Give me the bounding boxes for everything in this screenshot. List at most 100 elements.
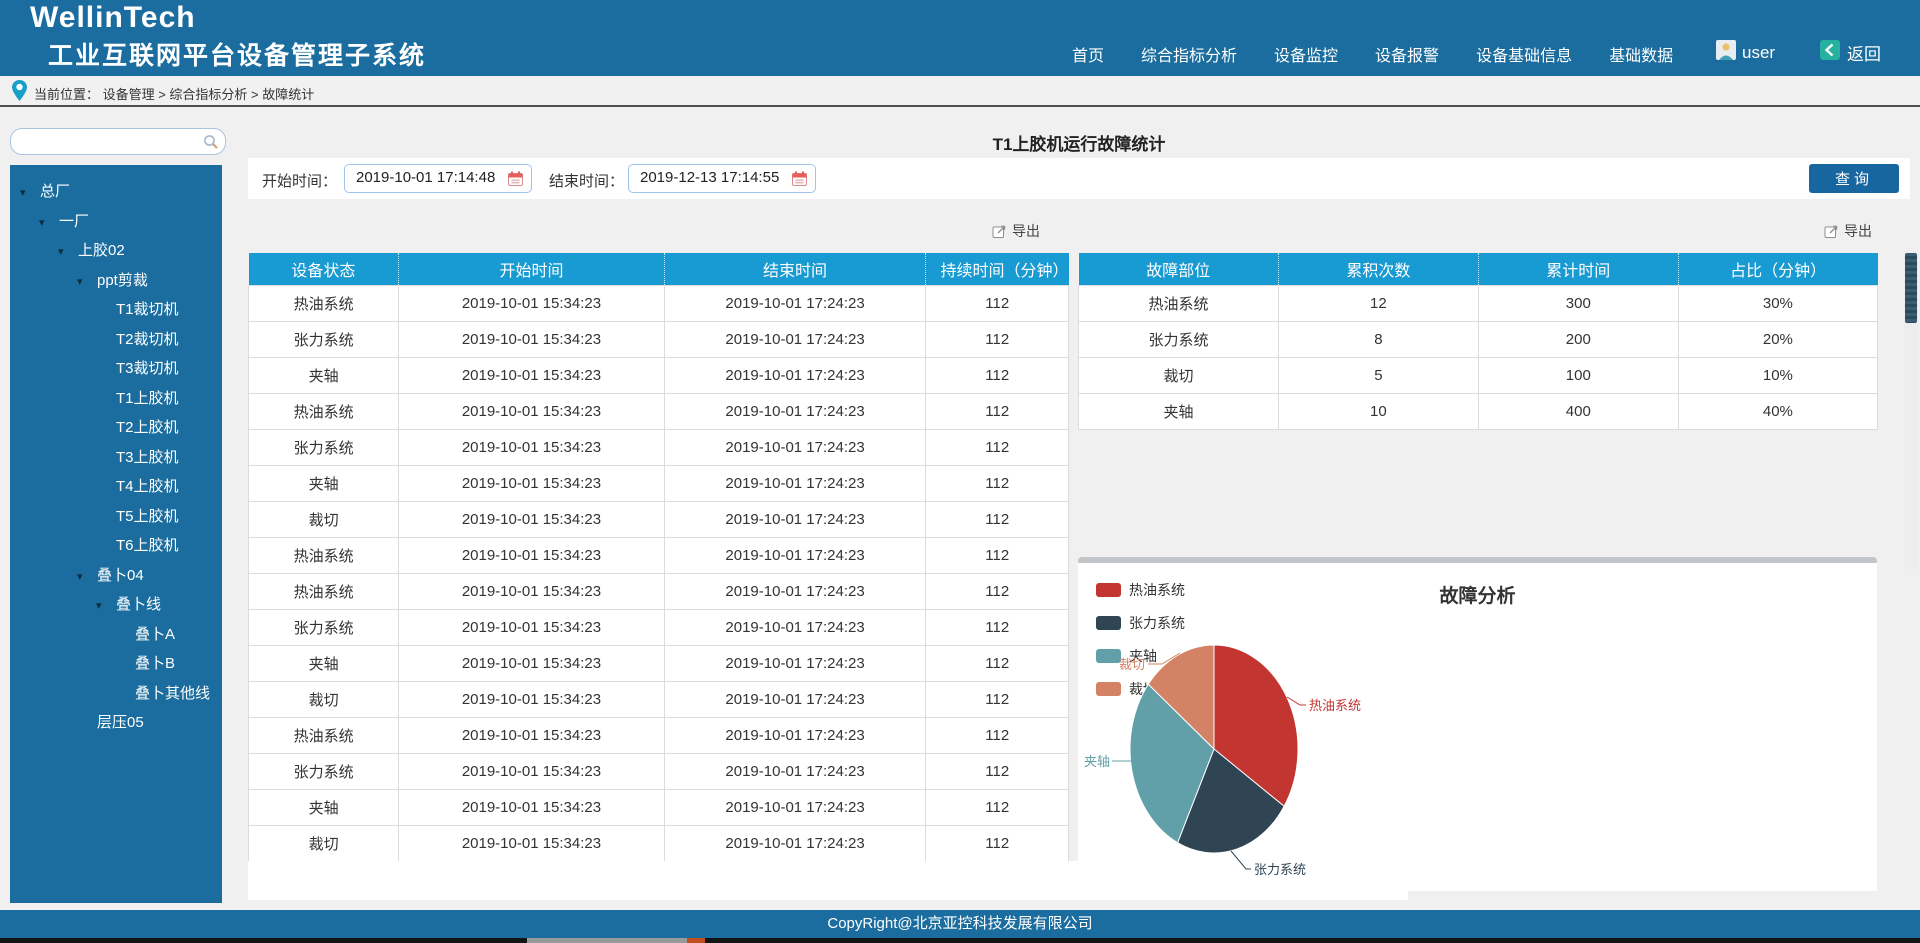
status-table-container: 设备状态开始时间结束时间持续时间（分钟）热油系统2019-10-01 15:34… xyxy=(248,253,1069,862)
tree-item-T2裁切机[interactable]: T2裁切机 xyxy=(10,325,222,355)
tree-toggle-icon[interactable]: ▾ xyxy=(96,592,116,622)
status-table-row[interactable]: 张力系统2019-10-01 15:34:232019-10-01 17:24:… xyxy=(249,430,1069,466)
tree-item-label: 叠卜B xyxy=(135,655,175,672)
tree-toggle-icon[interactable]: ▾ xyxy=(58,238,78,268)
tree-item-叠卜B[interactable]: 叠卜B xyxy=(10,649,222,679)
nav-item-2[interactable]: 设备监控 xyxy=(1274,42,1338,66)
status-table-header-2: 结束时间 xyxy=(664,253,926,286)
tree-item-label: 上胶02 xyxy=(78,242,125,259)
tree-item-层压05[interactable]: 层压05 xyxy=(10,708,222,738)
query-button[interactable]: 查询 xyxy=(1809,164,1899,193)
export-icon xyxy=(992,224,1007,239)
status-table-header-row: 设备状态开始时间结束时间持续时间（分钟） xyxy=(249,253,1069,286)
status-table-cell: 2019-10-01 15:34:23 xyxy=(399,754,664,790)
status-table-cell: 112 xyxy=(926,646,1069,682)
fault-table-cell: 5 xyxy=(1278,358,1478,394)
tree-item-叠卜04[interactable]: ▾叠卜04 xyxy=(10,561,222,591)
status-table-row[interactable]: 张力系统2019-10-01 15:34:232019-10-01 17:24:… xyxy=(249,610,1069,646)
nav-item-3[interactable]: 设备报警 xyxy=(1375,42,1439,66)
tree-item-一厂[interactable]: ▾一厂 xyxy=(10,207,222,237)
tree-item-T3上胶机[interactable]: T3上胶机 xyxy=(10,443,222,473)
status-table-cell: 2019-10-01 17:24:23 xyxy=(664,430,926,466)
status-table-row[interactable]: 夹轴2019-10-01 15:34:232019-10-01 17:24:23… xyxy=(249,646,1069,682)
nav-item-4[interactable]: 设备基础信息 xyxy=(1476,42,1572,66)
tree-item-叠卜线[interactable]: ▾叠卜线 xyxy=(10,590,222,620)
fault-table-row[interactable]: 张力系统820020% xyxy=(1079,322,1878,358)
vertical-scrollbar-track[interactable] xyxy=(1904,251,1918,569)
status-table-cell: 张力系统 xyxy=(249,610,399,646)
tree-item-label: 叠卜04 xyxy=(97,567,144,584)
fault-table-header-1: 累积次数 xyxy=(1278,253,1478,286)
fault-table-header-2: 累计时间 xyxy=(1478,253,1678,286)
tree-item-label: T4上胶机 xyxy=(116,478,179,495)
user-menu[interactable]: user xyxy=(1716,40,1775,65)
vertical-scrollbar-thumb[interactable] xyxy=(1905,253,1917,323)
fault-table-row[interactable]: 夹轴1040040% xyxy=(1079,394,1878,430)
start-time-field xyxy=(344,164,532,193)
status-table-row[interactable]: 裁切2019-10-01 15:34:232019-10-01 17:24:23… xyxy=(249,826,1069,862)
start-time-input[interactable] xyxy=(354,168,498,187)
status-table-cell: 112 xyxy=(926,502,1069,538)
tree-item-总厂[interactable]: ▾总厂 xyxy=(10,177,222,207)
fault-table-row[interactable]: 热油系统1230030% xyxy=(1079,286,1878,322)
status-table-row[interactable]: 夹轴2019-10-01 15:34:232019-10-01 17:24:23… xyxy=(249,358,1069,394)
status-table-cell: 112 xyxy=(926,394,1069,430)
back-label: 返回 xyxy=(1847,40,1881,65)
status-table-row[interactable]: 张力系统2019-10-01 15:34:232019-10-01 17:24:… xyxy=(249,322,1069,358)
status-table-row[interactable]: 夹轴2019-10-01 15:34:232019-10-01 17:24:23… xyxy=(249,466,1069,502)
status-table-cell: 112 xyxy=(926,322,1069,358)
status-table-row[interactable]: 裁切2019-10-01 15:34:232019-10-01 17:24:23… xyxy=(249,682,1069,718)
device-tree-panel: ▾总厂▾一厂▾上胶02▾ppt剪裁T1裁切机T2裁切机T3裁切机T1上胶机T2上… xyxy=(10,165,222,903)
calendar-icon[interactable] xyxy=(792,171,807,186)
tree-item-T1上胶机[interactable]: T1上胶机 xyxy=(10,384,222,414)
fault-table-row[interactable]: 裁切510010% xyxy=(1079,358,1878,394)
fault-table-cell: 10 xyxy=(1278,394,1478,430)
status-table-row[interactable]: 张力系统2019-10-01 15:34:232019-10-01 17:24:… xyxy=(249,754,1069,790)
status-table-cell: 2019-10-01 17:24:23 xyxy=(664,502,926,538)
status-table-cell: 2019-10-01 17:24:23 xyxy=(664,610,926,646)
calendar-icon[interactable] xyxy=(508,171,523,186)
status-table-row[interactable]: 热油系统2019-10-01 15:34:232019-10-01 17:24:… xyxy=(249,538,1069,574)
status-table-row[interactable]: 热油系统2019-10-01 15:34:232019-10-01 17:24:… xyxy=(249,574,1069,610)
status-table-cell: 2019-10-01 17:24:23 xyxy=(664,646,926,682)
tree-toggle-icon[interactable]: ▾ xyxy=(77,268,97,298)
status-table-cell: 2019-10-01 15:34:23 xyxy=(399,682,664,718)
breadcrumb: 当前位置： 设备管理 > 综合指标分析 > 故障统计 xyxy=(34,84,314,103)
tree-toggle-icon[interactable]: ▾ xyxy=(39,209,59,239)
tree-item-ppt剪裁[interactable]: ▾ppt剪裁 xyxy=(10,266,222,296)
status-table-cell: 夹轴 xyxy=(249,790,399,826)
status-table-row[interactable]: 热油系统2019-10-01 15:34:232019-10-01 17:24:… xyxy=(249,394,1069,430)
status-table-row[interactable]: 热油系统2019-10-01 15:34:232019-10-01 17:24:… xyxy=(249,286,1069,322)
tree-item-T3裁切机[interactable]: T3裁切机 xyxy=(10,354,222,384)
tree-toggle-icon[interactable]: ▾ xyxy=(20,179,40,209)
tree-item-T2上胶机[interactable]: T2上胶机 xyxy=(10,413,222,443)
nav-item-0[interactable]: 首页 xyxy=(1072,42,1104,66)
export-right-button[interactable]: 导出 xyxy=(1824,221,1872,241)
tree-item-叠卜A[interactable]: 叠卜A xyxy=(10,620,222,650)
tree-toggle-icon[interactable]: ▾ xyxy=(77,563,97,593)
status-table-cell: 112 xyxy=(926,574,1069,610)
tree-item-T6上胶机[interactable]: T6上胶机 xyxy=(10,531,222,561)
tree-item-label: 一厂 xyxy=(59,213,89,230)
search-icon[interactable] xyxy=(203,134,219,150)
fault-table-cell: 40% xyxy=(1678,394,1877,430)
end-time-input[interactable] xyxy=(638,168,782,187)
status-table-cell: 热油系统 xyxy=(249,574,399,610)
tree-item-T1裁切机[interactable]: T1裁切机 xyxy=(10,295,222,325)
status-table-row[interactable]: 热油系统2019-10-01 15:34:232019-10-01 17:24:… xyxy=(249,718,1069,754)
tree-item-label: T2裁切机 xyxy=(116,331,179,348)
nav-item-5[interactable]: 基础数据 xyxy=(1609,42,1673,66)
tree-item-T5上胶机[interactable]: T5上胶机 xyxy=(10,502,222,532)
tree-item-T4上胶机[interactable]: T4上胶机 xyxy=(10,472,222,502)
logo: WellinTech xyxy=(30,1,196,35)
search-input[interactable] xyxy=(21,131,201,153)
nav-item-1[interactable]: 综合指标分析 xyxy=(1141,42,1237,66)
status-table-row[interactable]: 裁切2019-10-01 15:34:232019-10-01 17:24:23… xyxy=(249,502,1069,538)
tree-item-叠卜其他线[interactable]: 叠卜其他线 xyxy=(10,679,222,709)
status-table-row[interactable]: 夹轴2019-10-01 15:34:232019-10-01 17:24:23… xyxy=(249,790,1069,826)
back-button[interactable]: 返回 xyxy=(1820,40,1881,65)
nav: 首页 综合指标分析 设备监控 设备报警 设备基础信息 基础数据 xyxy=(1072,42,1673,66)
export-left-button[interactable]: 导出 xyxy=(992,221,1040,241)
tree-item-上胶02[interactable]: ▾上胶02 xyxy=(10,236,222,266)
fault-table-header-row: 故障部位累积次数累计时间占比（分钟） xyxy=(1079,253,1878,286)
